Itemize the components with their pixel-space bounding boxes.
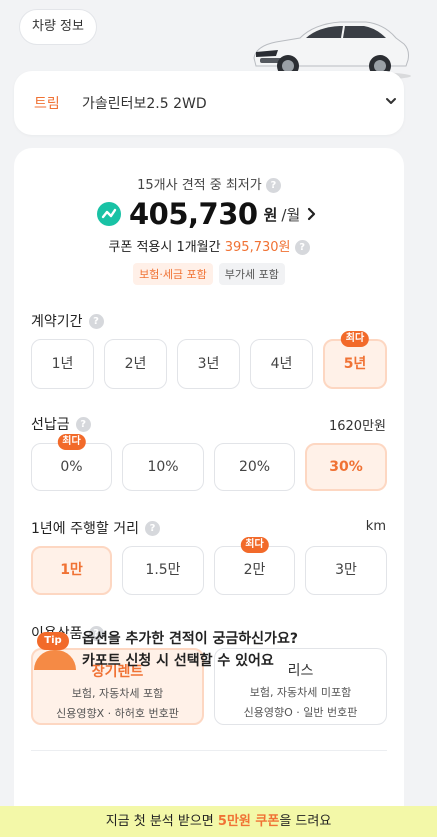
included-tags: 보험·세금 포함 부가세 포함 — [14, 263, 404, 285]
deposit-option-30[interactable]: 30% — [305, 443, 387, 491]
price-period: /월 — [281, 205, 301, 224]
deposit-amount: 1620만원 — [328, 419, 386, 434]
tag-vat: 부가세 포함 — [218, 263, 285, 285]
product-option-line1: 보험, 자동차세 미포함 — [249, 686, 352, 699]
trend-icon — [97, 202, 121, 226]
tip-subtext: 카포트 신청 시 선택할 수 있어요 — [82, 653, 274, 669]
chevron-down-icon — [386, 98, 396, 104]
help-icon[interactable]: ? — [88, 313, 104, 329]
option-label: 3년 — [197, 356, 220, 372]
section-divider — [31, 750, 387, 751]
option-label: 1년 — [51, 356, 74, 372]
banner-highlight: 5만원 쿠폰 — [217, 814, 280, 829]
deposit-title: 선납금 — [31, 417, 70, 433]
most-popular-badge: 최다 — [240, 537, 269, 553]
deposit-option-0[interactable]: 최다 0% — [31, 434, 112, 491]
tag-insurance-tax: 보험·세금 포함 — [133, 263, 213, 285]
deposit-option-20[interactable]: 20% — [214, 443, 295, 491]
mileage-option-15k[interactable]: 1.5만 — [122, 546, 204, 595]
option-label: 30% — [329, 459, 363, 475]
banner-suffix: 을 드려요 — [279, 814, 332, 829]
coupon-promo-banner[interactable]: 지금 첫 분석 받으면 5만원 쿠폰을 드려요 — [0, 806, 437, 837]
coupon-amount: 395,730원 — [224, 240, 291, 255]
option-label: 10% — [147, 459, 179, 475]
contract-option-3y[interactable]: 3년 — [177, 339, 240, 389]
most-popular-badge: 최다 — [57, 434, 86, 450]
trim-label: 트림 — [34, 96, 60, 112]
option-label: 5년 — [343, 356, 367, 372]
help-icon[interactable]: ? — [144, 520, 160, 536]
option-label: 1.5만 — [145, 562, 181, 578]
quote-card: 15개사 견적 중 최저가 ? 405,730 원 /월 쿠폰 적용시 1개월간… — [14, 148, 404, 837]
quote-subtitle-row: 15개사 견적 중 최저가 ? — [14, 174, 404, 193]
help-icon[interactable]: ? — [294, 240, 310, 255]
chevron-right-icon — [308, 207, 316, 221]
trim-selector[interactable]: 트림 가솔린터보2.5 2WD — [14, 71, 404, 135]
top-bar: 차량 정보 — [0, 0, 437, 81]
contract-option-4y[interactable]: 4년 — [250, 339, 313, 389]
price-link[interactable]: 405,730 원 /월 — [97, 196, 316, 232]
product-option-line2: 신용영향X · 하허호 번호판 — [56, 707, 179, 720]
mileage-unit: km — [365, 519, 386, 534]
price-unit: 원 — [263, 205, 278, 224]
tip-badge: Tip — [37, 632, 69, 650]
contract-title: 계약기간 — [31, 314, 83, 330]
coupon-prefix: 쿠폰 적용시 1개월간 — [108, 240, 221, 255]
option-label: 1만 — [60, 562, 83, 578]
contract-option-5y[interactable]: 최다 5년 — [323, 331, 387, 389]
contract-title-row: 계약기간 ? — [31, 311, 104, 331]
mileage-title: 1년에 주행할 거리 — [31, 521, 139, 537]
option-label: 2년 — [124, 356, 147, 372]
option-label: 3만 — [335, 562, 357, 578]
mileage-option-20k[interactable]: 최다 2만 — [214, 537, 295, 595]
deposit-option-10[interactable]: 10% — [122, 443, 204, 491]
most-popular-badge: 최다 — [340, 331, 370, 347]
tip-question: 옵션을 추가한 견적이 궁금하신가요? — [82, 631, 298, 647]
contract-option-1y[interactable]: 1년 — [31, 339, 94, 389]
trim-value: 가솔린터보2.5 2WD — [82, 96, 207, 112]
deposit-title-row: 선납금 ? — [31, 414, 91, 434]
banner-prefix: 지금 첫 분석 받으면 — [105, 814, 214, 829]
quote-subtitle: 15개사 견적 중 최저가 — [137, 178, 262, 193]
mileage-option-10k[interactable]: 1만 — [31, 546, 112, 595]
monthly-price: 405,730 — [129, 197, 258, 231]
option-label: 0% — [60, 459, 83, 475]
coupon-row: 쿠폰 적용시 1개월간 395,730원 ? — [14, 236, 404, 255]
option-label: 4년 — [270, 356, 293, 372]
vehicle-info-button[interactable]: 차량 정보 — [19, 9, 97, 45]
product-option-line1: 보험, 자동차세 포함 — [71, 687, 164, 700]
mileage-option-30k[interactable]: 3만 — [305, 546, 387, 595]
contract-option-2y[interactable]: 2년 — [104, 339, 167, 389]
product-option-line2: 신용영향O · 일반 번호판 — [243, 706, 358, 719]
help-icon[interactable]: ? — [75, 416, 91, 432]
help-icon[interactable]: ? — [265, 178, 281, 193]
mileage-title-row: 1년에 주행할 거리 ? — [31, 518, 160, 538]
option-label: 2만 — [243, 562, 266, 578]
option-label: 20% — [238, 459, 271, 475]
